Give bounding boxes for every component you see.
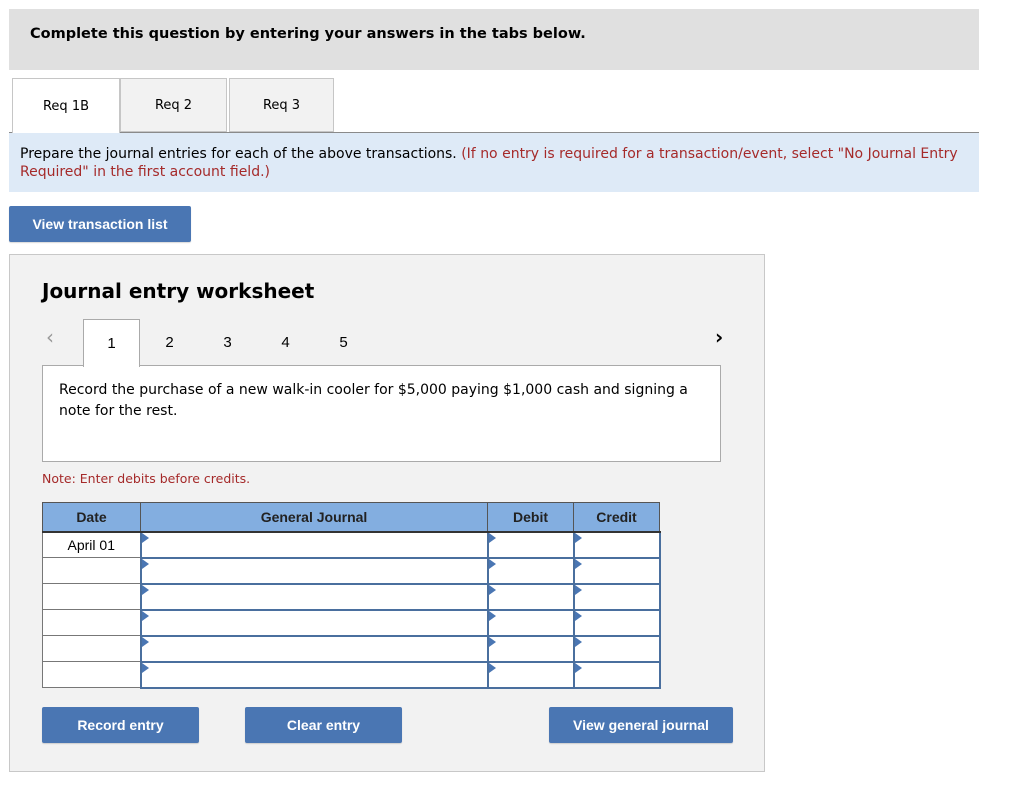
journal-row bbox=[42, 634, 661, 663]
credit-field-cell bbox=[572, 660, 661, 689]
debits-note: Note: Enter debits before credits. bbox=[42, 471, 251, 486]
date-cell bbox=[42, 609, 141, 636]
credit-field[interactable] bbox=[574, 662, 659, 687]
worksheet-title: Journal entry worksheet bbox=[42, 279, 315, 303]
chevron-right-icon[interactable]: › bbox=[715, 325, 723, 349]
account-field-cell bbox=[139, 556, 489, 585]
debit-field-cell bbox=[486, 556, 575, 585]
date-cell: April 01 bbox=[42, 531, 141, 558]
debit-field-cell bbox=[486, 582, 575, 611]
debit-field[interactable] bbox=[488, 584, 573, 609]
journal-row bbox=[42, 556, 661, 585]
credit-field-cell bbox=[572, 608, 661, 637]
header-credit: Credit bbox=[573, 502, 660, 533]
debit-field-cell bbox=[486, 608, 575, 637]
page-4[interactable]: 4 bbox=[257, 319, 314, 366]
debit-field[interactable] bbox=[488, 532, 573, 557]
debit-field-cell bbox=[486, 660, 575, 689]
account-field-cell bbox=[139, 634, 489, 663]
journal-table: Date General Journal Debit Credit April … bbox=[42, 502, 661, 689]
journal-entry-worksheet: Journal entry worksheet ‹ 1 2 3 4 5 › Re… bbox=[9, 254, 765, 772]
credit-field[interactable] bbox=[574, 584, 659, 609]
account-field-cell bbox=[139, 530, 489, 559]
debit-field[interactable] bbox=[488, 636, 573, 661]
debit-field-cell bbox=[486, 530, 575, 559]
debit-field[interactable] bbox=[488, 558, 573, 583]
view-general-journal-button[interactable]: View general journal bbox=[549, 707, 733, 743]
header-debit: Debit bbox=[487, 502, 574, 533]
journal-row bbox=[42, 660, 661, 689]
account-field[interactable] bbox=[141, 584, 487, 609]
clear-entry-button[interactable]: Clear entry bbox=[245, 707, 402, 743]
journal-row bbox=[42, 582, 661, 611]
account-field[interactable] bbox=[141, 636, 487, 661]
tab-req-3[interactable]: Req 3 bbox=[229, 78, 334, 132]
account-field-cell bbox=[139, 608, 489, 637]
account-field-cell bbox=[139, 660, 489, 689]
credit-field-cell bbox=[572, 634, 661, 663]
page-3[interactable]: 3 bbox=[199, 319, 256, 366]
transaction-description: Record the purchase of a new walk-in coo… bbox=[42, 365, 721, 462]
tab-req-1b[interactable]: Req 1B bbox=[12, 78, 120, 133]
debit-field[interactable] bbox=[488, 610, 573, 635]
instruction-text: Complete this question by entering your … bbox=[30, 26, 586, 42]
record-entry-button[interactable]: Record entry bbox=[42, 707, 199, 743]
header-general-journal: General Journal bbox=[140, 502, 488, 533]
journal-row: April 01 bbox=[42, 530, 661, 559]
credit-field-cell bbox=[572, 530, 661, 559]
prompt-main: Prepare the journal entries for each of … bbox=[20, 146, 457, 162]
view-transaction-list-button[interactable]: View transaction list bbox=[9, 206, 191, 242]
credit-field[interactable] bbox=[574, 610, 659, 635]
journal-row bbox=[42, 608, 661, 637]
credit-field[interactable] bbox=[574, 558, 659, 583]
date-cell bbox=[42, 635, 141, 662]
date-cell bbox=[42, 583, 141, 610]
credit-field-cell bbox=[572, 556, 661, 585]
date-cell bbox=[42, 557, 141, 584]
prompt-box: Prepare the journal entries for each of … bbox=[9, 133, 979, 192]
account-field[interactable] bbox=[141, 532, 487, 557]
account-field[interactable] bbox=[141, 610, 487, 635]
page-1[interactable]: 1 bbox=[83, 319, 140, 367]
page-2[interactable]: 2 bbox=[141, 319, 198, 366]
page-5[interactable]: 5 bbox=[315, 319, 372, 366]
credit-field-cell bbox=[572, 582, 661, 611]
date-cell bbox=[42, 661, 141, 688]
account-field-cell bbox=[139, 582, 489, 611]
journal-header-row: Date General Journal Debit Credit bbox=[42, 502, 660, 533]
credit-field[interactable] bbox=[574, 532, 659, 557]
instruction-bar: Complete this question by entering your … bbox=[9, 9, 979, 70]
tab-req-2[interactable]: Req 2 bbox=[120, 78, 227, 132]
debit-field-cell bbox=[486, 634, 575, 663]
chevron-left-icon[interactable]: ‹ bbox=[46, 325, 54, 349]
credit-field[interactable] bbox=[574, 636, 659, 661]
debit-field[interactable] bbox=[488, 662, 573, 687]
account-field[interactable] bbox=[141, 558, 487, 583]
header-date: Date bbox=[42, 502, 141, 533]
account-field[interactable] bbox=[141, 662, 487, 687]
